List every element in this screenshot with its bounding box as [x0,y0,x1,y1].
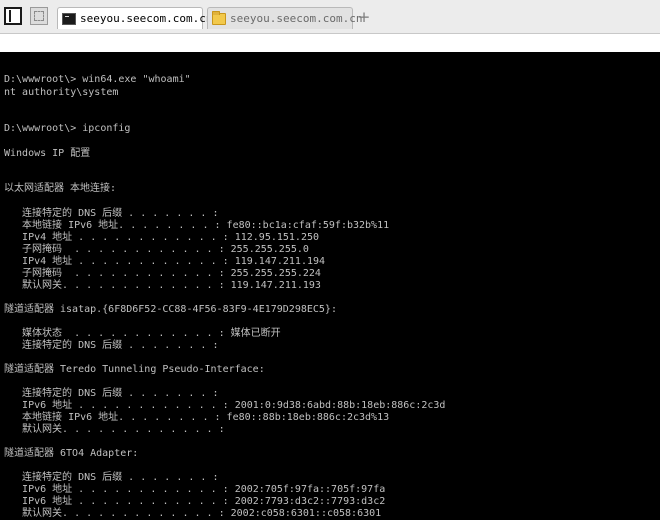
terminal-line: IPv6 地址 . . . . . . . . . . . . : 2002:7… [4,496,386,507]
terminal-line: D:\wwwroot\> win64.exe "whoami" [4,74,191,85]
sidebar-toggle-icon[interactable] [4,7,22,25]
terminal-line: 以太网适配器 本地连接: [4,183,117,194]
terminal-line: 连接特定的 DNS 后缀 . . . . . . . : [4,208,219,219]
terminal-line: 隧道适配器 Teredo Tunneling Pseudo-Interface: [4,364,265,375]
terminal-line: 连接特定的 DNS 后缀 . . . . . . . : [4,388,219,399]
tab-title: seeyou.seecom.com.cn [230,12,363,25]
toolbar-spacer [0,34,660,52]
terminal-line: 隧道适配器 isatap.{6F8D6F52-CC88-4F56-83F9-4E… [4,304,337,315]
browser-toolbar: seeyou.seecom.com.cn seeyou.seecom.com.c… [0,0,660,34]
tab-title: seeyou.seecom.com.cn [80,12,213,25]
terminal-line: nt authority\system [4,87,119,98]
terminal-line: 子网掩码 . . . . . . . . . . . . : 255.255.2… [4,244,309,255]
new-tab-button[interactable]: + [356,8,372,26]
terminal-line: 子网掩码 . . . . . . . . . . . . : 255.255.2… [4,268,321,279]
terminal-line: Windows IP 配置 [4,148,91,159]
terminal-line: D:\wwwroot\> ipconfig [4,123,131,134]
tab-file-manager[interactable]: seeyou.seecom.com.cn [207,7,362,29]
tab-groups-icon[interactable] [30,7,48,25]
terminal-line: IPv6 地址 . . . . . . . . . . . . : 2001:0… [4,400,446,411]
terminal-line: IPv4 地址 . . . . . . . . . . . . : 119.14… [4,256,326,267]
terminal-line: 连接特定的 DNS 后缀 . . . . . . . : [4,340,219,351]
terminal-line: 隧道适配器 6TO4 Adapter: [4,448,139,459]
terminal-line: IPv6 地址 . . . . . . . . . . . . : 2002:7… [4,484,386,495]
terminal-line: 默认网关. . . . . . . . . . . . . : [4,424,225,435]
terminal-line: 媒体状态 . . . . . . . . . . . . : 媒体已断开 [4,328,281,339]
terminal-line: 本地链接 IPv6 地址. . . . . . . . : fe80::bc1a… [4,220,390,231]
terminal-line: 默认网关. . . . . . . . . . . . . : 2002:c05… [4,508,382,519]
folder-icon [212,10,226,25]
terminal-line: 连接特定的 DNS 后缀 . . . . . . . : [4,472,219,483]
terminal-output[interactable]: D:\wwwroot\> win64.exe "whoami" nt autho… [0,52,660,520]
tab-terminal[interactable]: seeyou.seecom.com.cn [57,7,212,29]
terminal-icon [62,12,76,25]
terminal-line: 本地链接 IPv6 地址. . . . . . . . : fe80::88b:… [4,412,390,423]
terminal-line: IPv4 地址 . . . . . . . . . . . . : 112.95… [4,232,320,243]
terminal-line: 默认网关. . . . . . . . . . . . . : 119.147.… [4,280,321,291]
